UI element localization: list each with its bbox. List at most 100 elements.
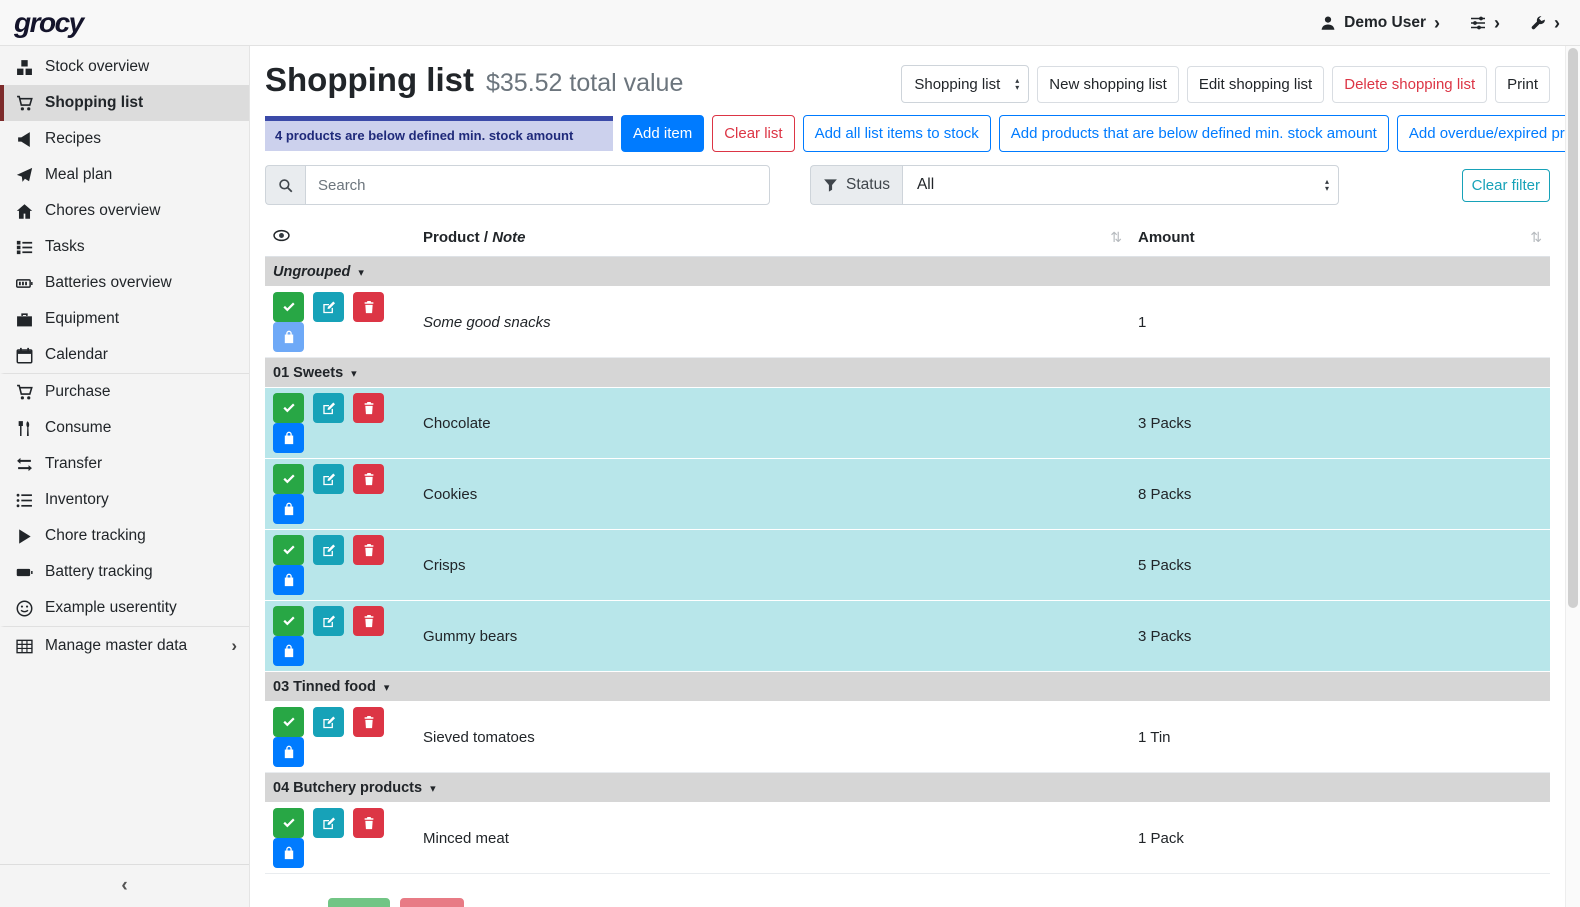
product-group-row[interactable]: 01 Sweets▾ (265, 358, 1550, 388)
print-button[interactable]: Print (1495, 66, 1550, 103)
status-select[interactable]: All ▴▾ (902, 165, 1339, 205)
clear-filter-button[interactable]: Clear filter (1462, 169, 1550, 202)
mark-done-button[interactable] (273, 606, 304, 636)
delete-item-button[interactable] (353, 808, 384, 838)
sidebar-item-label: Tasks (45, 238, 85, 256)
new-shopping-list-button[interactable]: New shopping list (1037, 66, 1179, 103)
product-amount: 3 Packs (1130, 388, 1550, 459)
chevron-right-icon: › (1434, 14, 1440, 32)
add-overdue-button[interactable]: Add overdue/expired products (1397, 115, 1580, 152)
sidebar-item-transfer[interactable]: Transfer (0, 446, 249, 482)
mark-done-button[interactable] (273, 808, 304, 838)
sidebar-item-chores-overview[interactable]: Chores overview (0, 193, 249, 229)
sidebar-item-label: Recipes (45, 130, 101, 148)
sidebar-item-manage-master-data[interactable]: Manage master data › (0, 627, 249, 665)
amount-column-header[interactable]: ⇅ Amount (1130, 219, 1550, 257)
add-item-button[interactable]: Add item (621, 115, 704, 152)
sidebar-item-shopping-list[interactable]: Shopping list (0, 85, 249, 121)
edit-item-button[interactable] (313, 393, 344, 423)
settings-menu[interactable]: › (1470, 14, 1500, 32)
admin-menu[interactable]: › (1530, 14, 1560, 32)
battery-icon (14, 275, 35, 292)
user-menu[interactable]: Demo User › (1320, 14, 1440, 32)
product-group-row[interactable]: 03 Tinned food▾ (265, 672, 1550, 702)
purchase-item-button[interactable] (273, 838, 304, 868)
sidebar-item-label: Batteries overview (45, 274, 172, 292)
sidebar-item-label: Transfer (45, 455, 102, 473)
delete-item-button[interactable] (353, 535, 384, 565)
below-min-stock-alert[interactable]: 4 products are below defined min. stock … (265, 116, 613, 151)
grocy-logo[interactable]: grocy (14, 7, 83, 39)
status-filter-group: Status All ▴▾ (810, 165, 1339, 205)
search-addon (265, 165, 305, 205)
sidebar-item-example-userentity[interactable]: Example userentity (0, 590, 249, 627)
purchase-item-button[interactable] (273, 494, 304, 524)
add-all-to-stock-button[interactable]: Add all list items to stock (803, 115, 991, 152)
home-icon (14, 203, 35, 220)
sidebar-item-battery-tracking[interactable]: Battery tracking (0, 554, 249, 590)
sidebar-item-batteries-overview[interactable]: Batteries overview (0, 265, 249, 301)
sidebar-item-inventory[interactable]: Inventory (0, 482, 249, 518)
delete-item-button[interactable] (353, 606, 384, 636)
scrollbar-thumb[interactable] (1568, 48, 1578, 608)
product-group-row[interactable]: Ungrouped▾ (265, 257, 1550, 287)
edit-item-button[interactable] (313, 535, 344, 565)
tasks-icon (14, 239, 35, 256)
sidebar-item-consume[interactable]: Consume (0, 410, 249, 446)
scrollbar[interactable] (1565, 46, 1580, 907)
delete-item-button[interactable] (353, 292, 384, 322)
product-name: Chocolate (415, 388, 1130, 459)
mark-done-button[interactable] (273, 292, 304, 322)
sidebar-item-tasks[interactable]: Tasks (0, 229, 249, 265)
sidebar-item-recipes[interactable]: Recipes (0, 121, 249, 157)
edit-item-button[interactable] (313, 707, 344, 737)
edit-item-button[interactable] (313, 606, 344, 636)
sidebar-item-label: Purchase (45, 383, 110, 401)
product-group-row[interactable]: 04 Butchery products▾ (265, 773, 1550, 803)
purchase-item-button[interactable] (273, 423, 304, 453)
purchase-item-button[interactable] (273, 565, 304, 595)
purchase-item-button[interactable] (273, 322, 304, 352)
group-label: Ungrouped (273, 264, 350, 280)
clear-list-button[interactable]: Clear list (712, 115, 794, 152)
chevron-right-icon: › (1554, 14, 1560, 32)
megaphone-icon (14, 131, 35, 148)
mark-done-button[interactable] (273, 707, 304, 737)
notes-save-button[interactable]: Save (328, 898, 390, 907)
sidebar-collapse-button[interactable]: ‹ (0, 864, 249, 907)
sidebar-item-equipment[interactable]: Equipment (0, 301, 249, 337)
table-row: Minced meat 1 Pack (265, 803, 1550, 874)
purchase-item-button[interactable] (273, 737, 304, 767)
sidebar-item-purchase[interactable]: Purchase (0, 374, 249, 410)
sidebar: Stock overview Shopping list Recipes Mea… (0, 46, 250, 907)
sidebar-item-calendar[interactable]: Calendar (0, 337, 249, 374)
sidebar-item-meal-plan[interactable]: Meal plan (0, 157, 249, 193)
search-input[interactable] (305, 165, 770, 205)
sidebar-item-chore-tracking[interactable]: Chore tracking (0, 518, 249, 554)
group-label: 04 Butchery products (273, 780, 422, 796)
toggle-done-column-header[interactable] (265, 219, 415, 257)
edit-item-button[interactable] (313, 464, 344, 494)
sidebar-item-stock-overview[interactable]: Stock overview (0, 49, 249, 85)
cart-icon (14, 95, 35, 112)
delete-item-button[interactable] (353, 707, 384, 737)
table-row: Crisps 5 Packs (265, 530, 1550, 601)
edit-item-button[interactable] (313, 808, 344, 838)
edit-shopping-list-button[interactable]: Edit shopping list (1187, 66, 1324, 103)
delete-item-button[interactable] (353, 393, 384, 423)
table-header-row: ⇅ Product / Note ⇅ Amount (265, 219, 1550, 257)
mark-done-button[interactable] (273, 393, 304, 423)
purchase-item-button[interactable] (273, 636, 304, 666)
mark-done-button[interactable] (273, 535, 304, 565)
add-below-min-stock-button[interactable]: Add products that are below defined min.… (999, 115, 1389, 152)
edit-item-button[interactable] (313, 292, 344, 322)
delete-item-button[interactable] (353, 464, 384, 494)
amount-header-label: Amount (1138, 229, 1195, 246)
caret-down-icon: ▾ (384, 682, 390, 694)
search-group (265, 165, 770, 205)
mark-done-button[interactable] (273, 464, 304, 494)
delete-shopping-list-button[interactable]: Delete shopping list (1332, 66, 1487, 103)
product-column-header[interactable]: ⇅ Product / Note (415, 219, 1130, 257)
shopping-list-select[interactable]: Shopping list ▴▾ (901, 65, 1029, 103)
notes-clear-button[interactable]: Clear (400, 898, 464, 907)
